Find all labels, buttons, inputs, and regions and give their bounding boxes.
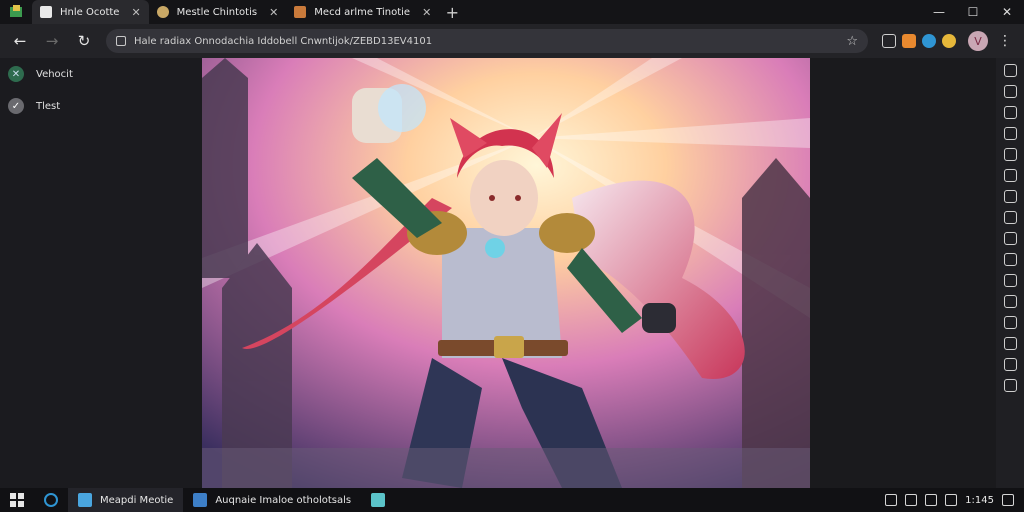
sidebar-item-label: Vehocit xyxy=(36,68,73,80)
extension-icon[interactable] xyxy=(882,34,896,48)
panel-tool-icon[interactable] xyxy=(1003,253,1017,266)
reload-button[interactable]: ↻ xyxy=(70,28,98,54)
lock-icon xyxy=(116,36,126,46)
close-tab-icon[interactable]: ✕ xyxy=(269,6,278,19)
tray-icon[interactable] xyxy=(945,494,958,506)
sidebar-item-0[interactable]: ✕ Vehocit xyxy=(0,58,202,90)
sidebar-item-1[interactable]: ✓ Tlest xyxy=(0,90,202,122)
app-icon xyxy=(193,493,208,507)
image-viewer xyxy=(202,58,996,488)
bookmark-star-icon[interactable]: ☆ xyxy=(846,34,858,49)
start-menu-icon[interactable] xyxy=(0,493,34,507)
taskbar-app-label: Meapdi Meotie xyxy=(100,494,174,506)
taskbar: Meapdi Meotie Auqnaie Imaloe otholotsals… xyxy=(0,488,1024,512)
panel-tool-icon[interactable] xyxy=(1003,148,1017,161)
browser-logo-icon[interactable] xyxy=(0,0,32,24)
new-tab-button[interactable]: + xyxy=(439,0,465,24)
profile-avatar[interactable]: V xyxy=(968,31,988,51)
panel-tool-icon[interactable] xyxy=(1003,64,1017,77)
clock-text[interactable]: 1:145 xyxy=(965,495,994,506)
panel-tool-icon[interactable] xyxy=(1003,379,1017,392)
extension-icon[interactable] xyxy=(902,34,916,48)
panel-tool-icon[interactable] xyxy=(1003,106,1017,119)
window-controls: — ☐ ✕ xyxy=(922,0,1024,24)
tab-label: Hnle Ocotte xyxy=(60,6,120,18)
app-icon xyxy=(78,493,92,507)
sidebar-item-icon: ✕ xyxy=(8,66,24,82)
taskbar-search-icon[interactable] xyxy=(34,488,68,512)
url-text: Hale radiax Onnodachia Iddobell Cnwntijo… xyxy=(134,35,433,47)
system-tray: 1:145 xyxy=(885,494,1024,506)
sidebar-item-label: Tlest xyxy=(36,100,61,112)
app-icon xyxy=(371,493,386,507)
tray-icon[interactable] xyxy=(885,494,898,506)
panel-tool-icon[interactable] xyxy=(1003,337,1017,350)
extension-icon[interactable] xyxy=(922,34,936,48)
extension-icon[interactable] xyxy=(942,34,956,48)
tab-label: Mestle Chintotis xyxy=(176,6,258,18)
maximize-icon[interactable]: ☐ xyxy=(956,0,990,24)
tab-0[interactable]: Hnle Ocotte ✕ xyxy=(32,0,149,24)
right-side-panel xyxy=(996,58,1024,488)
taskbar-app-label: Auqnaie Imaloe otholotsals xyxy=(215,494,352,506)
panel-tool-icon[interactable] xyxy=(1003,295,1017,308)
network-icon[interactable] xyxy=(905,494,918,506)
anime-hero-illustration xyxy=(202,58,810,488)
taskbar-app-2[interactable] xyxy=(361,488,395,512)
browser-toolbar: ← → ↻ Hale radiax Onnodachia Iddobell Cn… xyxy=(0,24,1024,58)
volume-icon[interactable] xyxy=(925,494,938,506)
panel-tool-icon[interactable] xyxy=(1003,169,1017,182)
tab-label: Mecd arlme Tinotie xyxy=(314,6,411,18)
panel-tool-icon[interactable] xyxy=(1003,358,1017,371)
close-tab-icon[interactable]: ✕ xyxy=(422,6,431,19)
tab-favicon-icon xyxy=(40,6,52,18)
taskbar-app-1[interactable]: Auqnaie Imaloe otholotsals xyxy=(183,488,361,512)
tab-2[interactable]: Mecd arlme Tinotie ✕ xyxy=(286,0,439,24)
left-sidebar: ✕ Vehocit ✓ Tlest xyxy=(0,58,202,488)
extensions-area xyxy=(882,34,956,48)
tab-favicon-icon xyxy=(156,6,169,18)
browser-menu-icon[interactable]: ⋮ xyxy=(998,33,1012,49)
taskbar-app-0[interactable]: Meapdi Meotie xyxy=(68,488,184,512)
panel-tool-icon[interactable] xyxy=(1003,316,1017,329)
tab-favicon-icon xyxy=(294,6,307,18)
back-button[interactable]: ← xyxy=(6,28,34,54)
sidebar-item-icon: ✓ xyxy=(8,98,24,114)
panel-tool-icon[interactable] xyxy=(1003,190,1017,203)
minimize-icon[interactable]: — xyxy=(922,0,956,24)
panel-tool-icon[interactable] xyxy=(1003,85,1017,98)
panel-tool-icon[interactable] xyxy=(1003,274,1017,287)
panel-tool-icon[interactable] xyxy=(1003,127,1017,140)
close-tab-icon[interactable]: ✕ xyxy=(131,6,140,19)
forward-button[interactable]: → xyxy=(38,28,66,54)
close-window-icon[interactable]: ✕ xyxy=(990,0,1024,24)
address-bar[interactable]: Hale radiax Onnodachia Iddobell Cnwntijo… xyxy=(106,29,868,53)
tab-strip: Hnle Ocotte ✕ Mestle Chintotis ✕ Mecd ar… xyxy=(0,0,1024,24)
panel-tool-icon[interactable] xyxy=(1003,211,1017,224)
search-icon xyxy=(44,493,58,507)
tab-1[interactable]: Mestle Chintotis ✕ xyxy=(149,0,287,24)
panel-tool-icon[interactable] xyxy=(1003,232,1017,245)
notifications-icon[interactable] xyxy=(1002,494,1014,506)
